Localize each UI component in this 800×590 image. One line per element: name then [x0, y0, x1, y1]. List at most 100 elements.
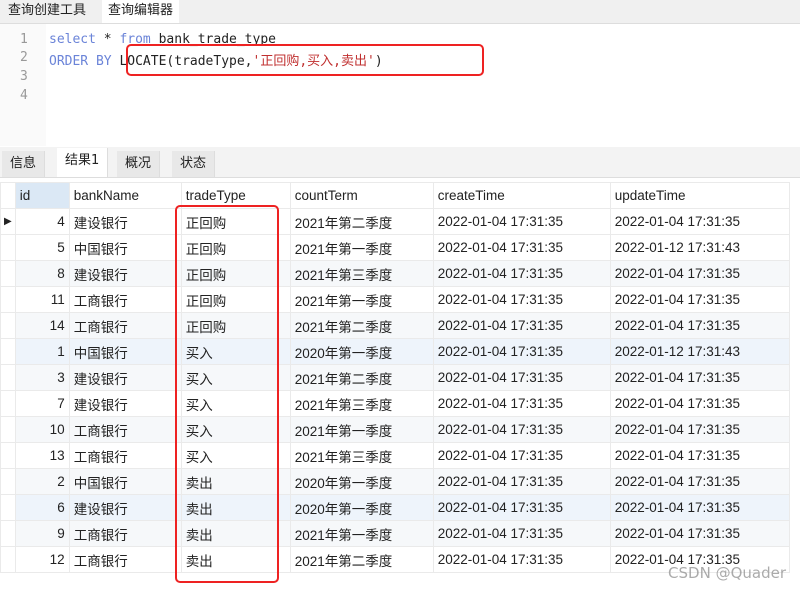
cell-bankName[interactable]: 工商银行 [68, 416, 182, 443]
keyword: ORDER BY [49, 54, 112, 69]
cell-id[interactable]: 12 [14, 546, 70, 573]
cell-bankName[interactable]: 工商银行 [68, 520, 182, 547]
cell-id[interactable]: 2 [14, 468, 70, 495]
cell-bankName[interactable]: 工商银行 [68, 312, 182, 339]
cell-countTerm[interactable]: 2021年第三季度 [289, 390, 434, 417]
cell-countTerm[interactable]: 2021年第三季度 [289, 442, 434, 469]
table-row[interactable]: 14 工商银行 正回购 2021年第二季度 2022-01-04 17:31:35 202… [0, 312, 790, 339]
tab-info[interactable]: 信息 [2, 151, 46, 177]
column-header-updateTime[interactable]: updateTime [609, 182, 790, 209]
cell-updateTime[interactable]: 2022-01-04 17:31:35 [609, 260, 790, 287]
row-indicator [0, 494, 16, 521]
cell-updateTime[interactable]: 2022-01-04 17:31:35 [609, 442, 790, 469]
cell-createTime[interactable]: 2022-01-04 17:31:35 [432, 312, 611, 339]
cell-countTerm[interactable]: 2021年第二季度 [289, 364, 434, 391]
tab-result1[interactable]: 结果1 [57, 148, 109, 177]
cell-createTime[interactable]: 2022-01-04 17:31:35 [432, 390, 611, 417]
cell-updateTime[interactable]: 2022-01-04 17:31:35 [609, 286, 790, 313]
cell-updateTime[interactable]: 2022-01-04 17:31:35 [609, 494, 790, 521]
cell-updateTime[interactable]: 2022-01-12 17:31:43 [609, 234, 790, 261]
cell-bankName[interactable]: 工商银行 [68, 546, 182, 573]
cell-countTerm[interactable]: 2021年第一季度 [289, 520, 434, 547]
table-row[interactable]: 8 建设银行 正回购 2021年第三季度 2022-01-04 17:31:35 2022… [0, 260, 790, 287]
table-row[interactable]: ▶ 4 建设银行 正回购 2021年第二季度 2022-01-04 17:31:35 202… [0, 208, 790, 235]
cell-countTerm[interactable]: 2021年第一季度 [289, 234, 434, 261]
cell-bankName[interactable]: 工商银行 [68, 286, 182, 313]
cell-updateTime[interactable]: 2022-01-04 17:31:35 [609, 364, 790, 391]
cell-updateTime[interactable]: 2022-01-04 17:31:35 [609, 520, 790, 547]
cell-createTime[interactable]: 2022-01-04 17:31:35 [432, 338, 611, 365]
tab-query-builder[interactable]: 查询创建工具 [2, 0, 92, 23]
cell-createTime[interactable]: 2022-01-04 17:31:35 [432, 468, 611, 495]
cell-countTerm[interactable]: 2021年第三季度 [289, 260, 434, 287]
cell-countTerm[interactable]: 2021年第一季度 [289, 416, 434, 443]
cell-bankName[interactable]: 中国银行 [68, 468, 182, 495]
cell-bankName[interactable]: 建设银行 [68, 364, 182, 391]
table-row[interactable]: 2 中国银行 卖出 2020年第一季度 2022-01-04 17:31:35 2022-… [0, 468, 790, 495]
table-row[interactable]: 11 工商银行 正回购 2021年第一季度 2022-01-04 17:31:35 202… [0, 286, 790, 313]
cell-countTerm[interactable]: 2021年第二季度 [289, 546, 434, 573]
cell-id[interactable]: 4 [14, 208, 70, 235]
cell-bankName[interactable]: 工商银行 [68, 442, 182, 469]
cell-id[interactable]: 9 [14, 520, 70, 547]
cell-updateTime[interactable]: 2022-01-04 17:31:35 [609, 416, 790, 443]
cell-countTerm[interactable]: 2021年第二季度 [289, 208, 434, 235]
cell-id[interactable]: 8 [14, 260, 70, 287]
cell-createTime[interactable]: 2022-01-04 17:31:35 [432, 364, 611, 391]
cell-createTime[interactable]: 2022-01-04 17:31:35 [432, 234, 611, 261]
table-row[interactable]: 3 建设银行 买入 2021年第二季度 2022-01-04 17:31:35 2022-… [0, 364, 790, 391]
cell-createTime[interactable]: 2022-01-04 17:31:35 [432, 286, 611, 313]
table-row[interactable]: 13 工商银行 买入 2021年第三季度 2022-01-04 17:31:35 2022… [0, 442, 790, 469]
cell-updateTime[interactable]: 2022-01-04 17:31:35 [609, 312, 790, 339]
table-row[interactable]: 6 建设银行 卖出 2020年第一季度 2022-01-04 17:31:35 2022-… [0, 494, 790, 521]
cell-id[interactable]: 10 [14, 416, 70, 443]
column-header-bankName[interactable]: bankName [68, 182, 182, 209]
cell-updateTime[interactable]: 2022-01-04 17:31:35 [609, 468, 790, 495]
cell-createTime[interactable]: 2022-01-04 17:31:35 [432, 546, 611, 573]
cell-bankName[interactable]: 中国银行 [68, 234, 182, 261]
cell-createTime[interactable]: 2022-01-04 17:31:35 [432, 208, 611, 235]
tab-overview[interactable]: 概况 [117, 151, 161, 177]
cell-createTime[interactable]: 2022-01-04 17:31:35 [432, 520, 611, 547]
cell-id[interactable]: 3 [14, 364, 70, 391]
cell-createTime[interactable]: 2022-01-04 17:31:35 [432, 260, 611, 287]
row-indicator [0, 546, 16, 573]
row-indicator [0, 390, 16, 417]
cell-bankName[interactable]: 建设银行 [68, 208, 182, 235]
cell-updateTime[interactable]: 2022-01-04 17:31:35 [609, 208, 790, 235]
cell-id[interactable]: 13 [14, 442, 70, 469]
table-row[interactable]: 1 中国银行 买入 2020年第一季度 2022-01-04 17:31:35 2022-… [0, 338, 790, 365]
cell-id[interactable]: 14 [14, 312, 70, 339]
cell-countTerm[interactable]: 2021年第二季度 [289, 312, 434, 339]
cell-countTerm[interactable]: 2020年第一季度 [289, 468, 434, 495]
cell-id[interactable]: 1 [14, 338, 70, 365]
row-indicator [0, 468, 16, 495]
table-row[interactable]: 10 工商银行 买入 2021年第一季度 2022-01-04 17:31:35 2022… [0, 416, 790, 443]
cell-createTime[interactable]: 2022-01-04 17:31:35 [432, 416, 611, 443]
cell-createTime[interactable]: 2022-01-04 17:31:35 [432, 442, 611, 469]
table-row[interactable]: 5 中国银行 正回购 2021年第一季度 2022-01-04 17:31:35 2022… [0, 234, 790, 261]
cell-bankName[interactable]: 建设银行 [68, 390, 182, 417]
table-row[interactable]: 9 工商银行 卖出 2021年第一季度 2022-01-04 17:31:35 2022-… [0, 520, 790, 547]
cell-id[interactable]: 11 [14, 286, 70, 313]
cell-countTerm[interactable]: 2021年第一季度 [289, 286, 434, 313]
cell-bankName[interactable]: 中国银行 [68, 338, 182, 365]
cell-countTerm[interactable]: 2020年第一季度 [289, 494, 434, 521]
column-header-countTerm[interactable]: countTerm [289, 182, 434, 209]
column-header-createTime[interactable]: createTime [432, 182, 611, 209]
cell-bankName[interactable]: 建设银行 [68, 260, 182, 287]
cell-id[interactable]: 6 [14, 494, 70, 521]
cell-updateTime[interactable]: 2022-01-12 17:31:43 [609, 338, 790, 365]
column-header-id[interactable]: id [14, 182, 70, 209]
cell-countTerm[interactable]: 2020年第一季度 [289, 338, 434, 365]
cell-id[interactable]: 7 [14, 390, 70, 417]
row-indicator [0, 234, 16, 261]
sql-editor[interactable]: 1 2 3 4 select * from bank_trade_type OR… [0, 24, 800, 146]
cell-createTime[interactable]: 2022-01-04 17:31:35 [432, 494, 611, 521]
tab-query-editor[interactable]: 查询编辑器 [102, 0, 180, 23]
cell-updateTime[interactable]: 2022-01-04 17:31:35 [609, 390, 790, 417]
cell-bankName[interactable]: 建设银行 [68, 494, 182, 521]
table-row[interactable]: 7 建设银行 买入 2021年第三季度 2022-01-04 17:31:35 2022-… [0, 390, 790, 417]
tab-status[interactable]: 状态 [172, 151, 216, 177]
cell-id[interactable]: 5 [14, 234, 70, 261]
